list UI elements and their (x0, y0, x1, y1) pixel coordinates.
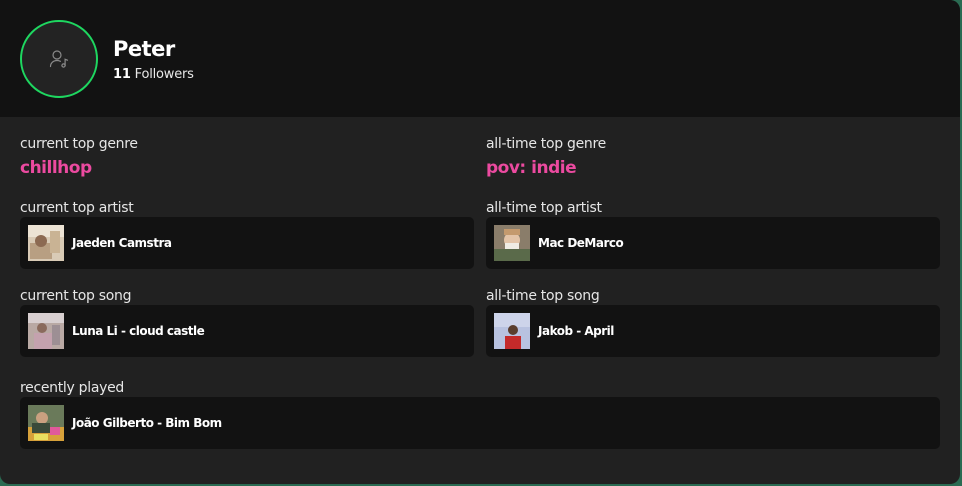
artist-thumbnail (494, 225, 530, 261)
profile-header: Peter 11 Followers (0, 0, 960, 117)
user-music-icon (49, 50, 69, 68)
profile-name: Peter (113, 37, 175, 61)
artist-name: Jaeden Camstra (72, 236, 172, 250)
current-top-genre-value: chillhop (20, 158, 92, 178)
current-top-artist-item[interactable]: Jaeden Camstra (20, 217, 474, 269)
current-top-song-label: current top song (20, 288, 132, 304)
song-title: Luna Li - cloud castle (72, 324, 205, 338)
alltime-top-song-item[interactable]: Jakob - April (486, 305, 940, 357)
alltime-top-artist-label: all-time top artist (486, 200, 602, 216)
alltime-top-artist-item[interactable]: Mac DeMarco (486, 217, 940, 269)
profile-card: Peter 11 Followers current top genre chi… (0, 0, 960, 484)
current-top-song-item[interactable]: Luna Li - cloud castle (20, 305, 474, 357)
song-title: Jakob - April (538, 324, 614, 338)
song-cover (28, 405, 64, 441)
followers-count: 11 (113, 67, 131, 82)
song-title: João Gilberto - Bim Bom (72, 416, 222, 430)
alltime-top-genre-value: pov: indie (486, 158, 577, 178)
alltime-top-genre-label: all-time top genre (486, 136, 606, 152)
alltime-top-song-label: all-time top song (486, 288, 600, 304)
current-top-genre-label: current top genre (20, 136, 138, 152)
recently-played-item[interactable]: João Gilberto - Bim Bom (20, 397, 940, 449)
artist-name: Mac DeMarco (538, 236, 624, 250)
current-top-artist-label: current top artist (20, 200, 134, 216)
recently-played-label: recently played (20, 380, 125, 396)
song-cover (28, 313, 64, 349)
profile-avatar[interactable] (20, 20, 98, 98)
song-cover (494, 313, 530, 349)
artist-thumbnail (28, 225, 64, 261)
followers-label: Followers (134, 67, 194, 82)
followers-info: 11 Followers (113, 67, 194, 83)
